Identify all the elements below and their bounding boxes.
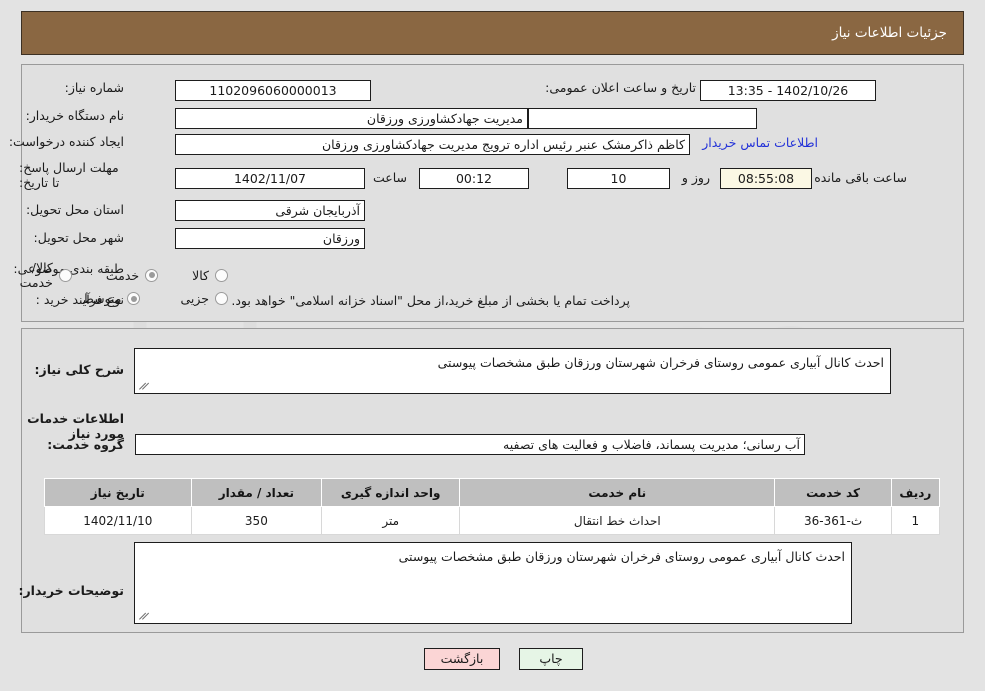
table-header-row: ردیف کد خدمت نام خدمت واحد اندازه گیری ت…	[44, 478, 941, 507]
page-root: AriaTender.net جزئیات اطلاعات نیاز شماره…	[0, 0, 985, 691]
province-label: استان محل تحویل:	[25, 202, 124, 217]
table-row: 1 ث-361-36 احداث خط انتقال متر 350 1402/…	[44, 506, 941, 535]
radio-circle-selected-icon[interactable]	[127, 292, 141, 305]
buyer-org-value-secondary	[528, 108, 757, 129]
description-textarea[interactable]: احدث کانال آبیاری عمومی روستای فرخران شه…	[134, 348, 891, 394]
requester-label: ایجاد کننده درخواست:	[8, 134, 124, 149]
field-row-province: استان محل تحویل:	[26, 202, 124, 217]
column-header-service-code: کد خدمت	[774, 478, 892, 507]
announce-datetime-value: 1402/10/26 - 13:35	[700, 80, 876, 101]
page-title: جزئیات اطلاعات نیاز	[832, 25, 947, 41]
category-option-label: کالا	[192, 267, 209, 283]
description-label: شرح کلی نیاز:	[34, 362, 124, 377]
field-row-requester: ایجاد کننده درخواست:	[9, 134, 124, 149]
deadline-hour-label: ساعت	[372, 170, 407, 185]
service-group-value: آب رسانی؛ مدیریت پسماند، فاضلاب و فعالیت…	[135, 434, 805, 455]
buyer-notes-label: توضیحات خریدار:	[18, 583, 124, 598]
column-header-radif: ردیف	[890, 478, 941, 507]
process-radio-group: جزیی متوسط	[82, 291, 228, 306]
process-option-label: متوسط	[82, 291, 122, 306]
deadline-hour-value: 00:12	[419, 168, 529, 189]
category-option-kala[interactable]: کالا	[192, 268, 228, 283]
column-header-unit: واحد اندازه گیری	[321, 478, 461, 507]
field-row-buyer-org: نام دستگاه خریدار:	[26, 108, 124, 123]
category-option-kala-khedmat[interactable]: کالا/خدمت	[0, 260, 72, 290]
cell-quantity: 350	[190, 506, 323, 535]
treasury-bond-note: پرداخت تمام یا بخشی از مبلغ خرید،از محل …	[231, 293, 630, 308]
cell-service-code: ث-361-36	[774, 506, 892, 535]
radio-circle-icon[interactable]	[215, 292, 228, 305]
service-group-label: گروه خدمت:	[47, 437, 124, 452]
announce-datetime-label: تاریخ و ساعت اعلان عمومی:	[545, 80, 696, 95]
category-radio-group: کالا خدمت کالا/خدمت	[0, 260, 228, 290]
column-header-need-date: تاریخ نیاز	[44, 478, 192, 507]
needed-services-table: ردیف کد خدمت نام خدمت واحد اندازه گیری ت…	[44, 478, 941, 535]
deadline-label: مهلت ارسال پاسخ: تا تاریخ:	[19, 160, 119, 190]
field-row-need-number: شماره نیاز:	[65, 80, 124, 95]
column-header-quantity: تعداد / مقدار	[190, 478, 323, 507]
deadline-date-value: 1402/11/07	[175, 168, 365, 189]
resize-grip-icon[interactable]	[138, 380, 150, 391]
radio-circle-selected-icon[interactable]	[145, 268, 159, 282]
resize-grip-icon[interactable]	[138, 610, 150, 621]
column-header-service-name: نام خدمت	[459, 478, 776, 507]
cell-unit: متر	[321, 506, 461, 535]
city-value: ورزقان	[175, 228, 365, 249]
remaining-days-value: 10	[567, 168, 670, 189]
cell-radif: 1	[890, 506, 941, 535]
back-button[interactable]: بازگشت	[424, 648, 500, 670]
requester-value: کاظم ذاکرمشک عنبر رئیس اداره ترویج مدیری…	[175, 134, 690, 155]
description-value: احدث کانال آبیاری عمومی روستای فرخران شه…	[437, 355, 884, 370]
province-value: آذربایجان شرقی	[175, 200, 365, 221]
category-option-label: کالا/خدمت	[19, 260, 53, 290]
need-number-value: 1102096060000013	[175, 80, 371, 101]
field-row-city: شهر محل تحویل:	[34, 230, 124, 245]
buyer-notes-textarea[interactable]: احدث کانال آبیاری عمومی روستای فرخران شه…	[134, 542, 852, 624]
buyer-contact-link[interactable]: اطلاعات تماس خریدار	[702, 135, 818, 150]
cell-service-name: احداث خط انتقال	[459, 506, 776, 535]
city-label: شهر محل تحویل:	[33, 230, 124, 245]
process-option-label: جزیی	[180, 291, 209, 306]
buyer-org-label: نام دستگاه خریدار:	[25, 108, 124, 123]
buyer-org-value: مدیریت جهادکشاورزی ورزقان	[175, 108, 528, 129]
category-option-khedmat[interactable]: خدمت	[105, 267, 159, 283]
process-option-motevasset[interactable]: متوسط	[82, 291, 141, 306]
remaining-time-value: 08:55:08	[720, 168, 812, 189]
need-number-label: شماره نیاز:	[64, 80, 124, 95]
announce-datetime-label-wrap: تاریخ و ساعت اعلان عمومی:	[545, 80, 696, 95]
page-header-bar: جزئیات اطلاعات نیاز	[21, 11, 964, 55]
buyer-notes-value: احدث کانال آبیاری عمومی روستای فرخران شه…	[398, 549, 845, 564]
print-button[interactable]: چاپ	[519, 648, 583, 670]
field-row-deadline: مهلت ارسال پاسخ: تا تاریخ:	[19, 160, 124, 190]
radio-circle-icon[interactable]	[58, 268, 72, 282]
cell-need-date: 1402/11/10	[44, 506, 192, 535]
process-option-jozei[interactable]: جزیی	[180, 291, 228, 306]
category-option-label: خدمت	[105, 267, 140, 283]
remaining-time-label: ساعت باقی مانده	[814, 170, 907, 185]
remaining-days-label: روز و	[681, 170, 710, 185]
radio-circle-icon[interactable]	[215, 268, 228, 282]
